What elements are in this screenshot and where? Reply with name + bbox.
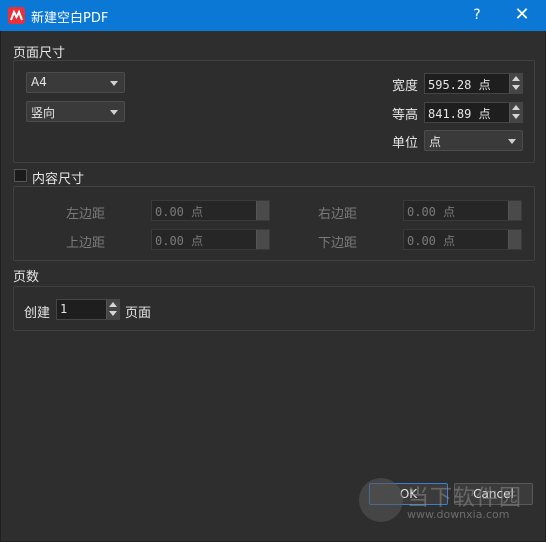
unit-value: 点 <box>429 135 442 149</box>
unit-select[interactable]: 点 <box>424 130 523 151</box>
content-size-section-label: 内容尺寸 <box>32 172 85 187</box>
width-spinbox[interactable]: 595.28 点 <box>424 73 523 94</box>
help-button[interactable]: ? <box>466 5 488 25</box>
top-margin-value: 0.00 点 <box>155 234 204 248</box>
page-count-stepper[interactable] <box>106 300 119 319</box>
page-count-value: 1 <box>60 302 68 316</box>
unit-label: 单位 <box>392 136 419 151</box>
left-margin-value: 0.00 点 <box>155 205 204 219</box>
page-count-spinbox[interactable]: 1 <box>56 299 120 320</box>
right-margin-value: 0.00 点 <box>407 205 456 219</box>
height-stepper[interactable] <box>509 103 522 122</box>
width-stepper[interactable] <box>509 74 522 93</box>
arrow-down-icon <box>512 85 520 90</box>
top-margin-spinbox[interactable]: 0.00 点 <box>151 229 270 250</box>
close-button[interactable]: ✕ <box>510 5 534 25</box>
top-margin-label: 上边距 <box>66 236 106 251</box>
left-margin-label: 左边距 <box>66 207 106 222</box>
paper-size-value: A4 <box>31 75 47 89</box>
arrow-down-icon <box>109 311 117 316</box>
title-bar: 新建空白PDF ? ✕ <box>0 0 546 31</box>
chevron-down-icon <box>110 110 118 115</box>
orientation-select[interactable]: 竖向 <box>26 101 125 122</box>
app-logo-icon <box>8 7 25 24</box>
paper-size-select[interactable]: A4 <box>26 72 125 93</box>
bottom-margin-spinbox[interactable]: 0.00 点 <box>403 229 522 250</box>
width-value: 595.28 点 <box>428 78 491 92</box>
arrow-up-icon <box>109 302 117 307</box>
height-spinbox[interactable]: 841.89 点 <box>424 102 523 123</box>
page-size-section-label: 页面尺寸 <box>13 46 66 61</box>
left-margin-spinbox[interactable]: 0.00 点 <box>151 200 270 221</box>
watermark-url-text: www.downxia.com <box>407 508 510 521</box>
pages-group: 创建 1 页面 <box>13 286 535 331</box>
content-size-checkbox[interactable] <box>14 169 27 182</box>
bottom-margin-label: 下边距 <box>318 236 358 251</box>
dialog-body: 页面尺寸 A4 竖向 宽度 595.28 点 等高 841.89 点 单位 点 … <box>0 31 546 542</box>
content-size-group: 左边距 0.00 点 右边距 0.00 点 上边距 0.00 点 下边距 0.0… <box>13 186 535 261</box>
bottom-margin-value: 0.00 点 <box>407 234 456 248</box>
right-margin-spinbox[interactable]: 0.00 点 <box>403 200 522 221</box>
right-margin-stepper[interactable] <box>508 201 521 220</box>
pages-section-label: 页数 <box>13 270 40 285</box>
chevron-down-icon <box>110 81 118 86</box>
bottom-margin-stepper[interactable] <box>508 230 521 249</box>
window-title: 新建空白PDF <box>31 11 109 26</box>
height-value: 841.89 点 <box>428 107 491 121</box>
arrow-up-icon <box>512 105 520 110</box>
left-margin-stepper[interactable] <box>256 201 269 220</box>
chevron-down-icon <box>508 139 516 144</box>
arrow-down-icon <box>512 114 520 119</box>
create-label: 创建 <box>24 306 51 321</box>
cancel-button[interactable]: Cancel <box>454 483 533 505</box>
top-margin-stepper[interactable] <box>256 230 269 249</box>
height-label: 等高 <box>392 108 419 123</box>
orientation-value: 竖向 <box>31 106 56 120</box>
pages-suffix-label: 页面 <box>125 306 152 321</box>
ok-button[interactable]: OK <box>369 483 448 505</box>
page-size-group: A4 竖向 宽度 595.28 点 等高 841.89 点 单位 点 <box>13 60 535 163</box>
width-label: 宽度 <box>392 79 419 94</box>
arrow-up-icon <box>512 76 520 81</box>
right-margin-label: 右边距 <box>318 207 358 222</box>
